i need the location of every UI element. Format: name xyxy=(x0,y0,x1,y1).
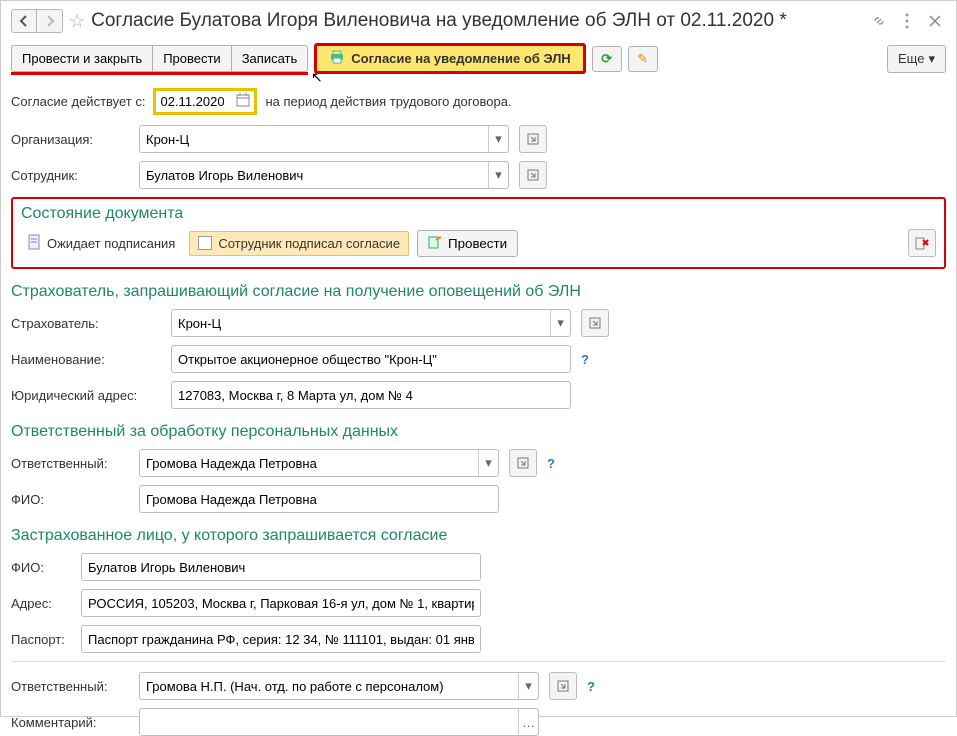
employee-input[interactable] xyxy=(140,162,488,188)
consent-date-input[interactable] xyxy=(160,94,232,109)
employee-combo[interactable]: ▾ xyxy=(139,161,509,189)
open-button[interactable] xyxy=(519,125,547,153)
refresh-icon: ⟳ xyxy=(601,51,612,66)
responsible-combo[interactable]: ▾ xyxy=(139,449,499,477)
status-post-button[interactable]: Провести xyxy=(417,230,518,257)
insurer-input[interactable] xyxy=(172,310,550,336)
insured-addr-label: Адрес: xyxy=(11,596,71,611)
open-button[interactable] xyxy=(519,161,547,189)
nav-back-button[interactable] xyxy=(11,9,37,33)
printer-icon xyxy=(329,50,345,67)
settings-icon: ✎ xyxy=(637,51,648,66)
responsible-fio-input[interactable] xyxy=(139,485,499,513)
post-button[interactable]: Провести xyxy=(153,45,232,72)
organization-input[interactable] xyxy=(140,126,488,152)
comment-combo[interactable]: … xyxy=(139,708,539,736)
delete-button[interactable] xyxy=(908,229,936,257)
post-icon xyxy=(428,235,442,252)
page-title: Согласие Булатова Игоря Виленовича на ув… xyxy=(91,10,862,32)
consent-notification-button[interactable]: Согласие на уведомление об ЭЛН xyxy=(314,43,585,74)
help-icon[interactable]: ? xyxy=(581,352,589,367)
insured-fio-label: ФИО: xyxy=(11,560,71,575)
help-icon[interactable]: ? xyxy=(547,456,555,471)
insured-fio-input[interactable] xyxy=(81,553,481,581)
ellipsis-icon[interactable]: … xyxy=(518,709,538,735)
close-icon[interactable] xyxy=(924,10,946,32)
open-button[interactable] xyxy=(549,672,577,700)
post-close-button[interactable]: Провести и закрыть xyxy=(11,45,153,72)
responsible-section-title: Ответственный за обработку персональных … xyxy=(11,423,946,441)
footer-resp-combo[interactable]: ▾ xyxy=(139,672,539,700)
consent-date-suffix: на период действия трудового договора. xyxy=(265,94,511,109)
checkbox[interactable] xyxy=(198,236,212,250)
responsible-label: Ответственный: xyxy=(11,456,129,471)
employee-label: Сотрудник: xyxy=(11,168,129,183)
separator xyxy=(11,661,946,662)
kebab-icon[interactable] xyxy=(896,10,918,32)
chevron-down-icon[interactable]: ▾ xyxy=(488,126,508,152)
status-section-title: Состояние документа xyxy=(21,205,936,223)
comment-input[interactable] xyxy=(140,709,518,735)
insured-passport-label: Паспорт: xyxy=(11,632,71,647)
employee-signed-toggle[interactable]: Сотрудник подписал согласие xyxy=(189,231,409,256)
responsible-input[interactable] xyxy=(140,450,478,476)
chevron-down-icon[interactable]: ▾ xyxy=(478,450,498,476)
footer-resp-label: Ответственный: xyxy=(11,679,129,694)
nav-forward-button[interactable] xyxy=(37,9,63,33)
calendar-icon[interactable] xyxy=(232,93,250,110)
document-icon xyxy=(27,234,41,253)
open-button[interactable] xyxy=(581,309,609,337)
refresh-button[interactable]: ⟳ xyxy=(592,46,622,72)
tools-button[interactable]: ✎ xyxy=(628,46,658,72)
insurer-addr-label: Юридический адрес: xyxy=(11,388,161,403)
insured-addr-input[interactable] xyxy=(81,589,481,617)
insurer-section-title: Страхователь, запрашивающий согласие на … xyxy=(11,283,946,301)
link-icon[interactable] xyxy=(868,10,890,32)
organization-combo[interactable]: ▾ xyxy=(139,125,509,153)
footer-resp-input[interactable] xyxy=(140,673,518,699)
insurer-label: Страхователь: xyxy=(11,316,161,331)
insurer-combo[interactable]: ▾ xyxy=(171,309,571,337)
insurer-addr-input[interactable] xyxy=(171,381,571,409)
chevron-down-icon[interactable]: ▾ xyxy=(518,673,538,699)
favorite-icon[interactable]: ☆ xyxy=(69,11,85,32)
responsible-fio-label: ФИО: xyxy=(11,492,129,507)
insured-section-title: Застрахованное лицо, у которого запрашив… xyxy=(11,527,946,545)
chevron-down-icon: ▾ xyxy=(928,51,935,67)
save-button[interactable]: Записать xyxy=(232,45,309,72)
insured-passport-input[interactable] xyxy=(81,625,481,653)
open-button[interactable] xyxy=(509,449,537,477)
organization-label: Организация: xyxy=(11,132,129,147)
status-waiting: Ожидает подписания xyxy=(21,230,181,257)
insurer-name-input[interactable] xyxy=(171,345,571,373)
more-button[interactable]: Еще ▾ xyxy=(887,45,946,73)
consent-date-label: Согласие действует с: xyxy=(11,94,145,109)
insurer-name-label: Наименование: xyxy=(11,352,161,367)
chevron-down-icon[interactable]: ▾ xyxy=(488,162,508,188)
help-icon[interactable]: ? xyxy=(587,679,595,694)
consent-date-field[interactable] xyxy=(153,88,257,115)
chevron-down-icon[interactable]: ▾ xyxy=(550,310,570,336)
